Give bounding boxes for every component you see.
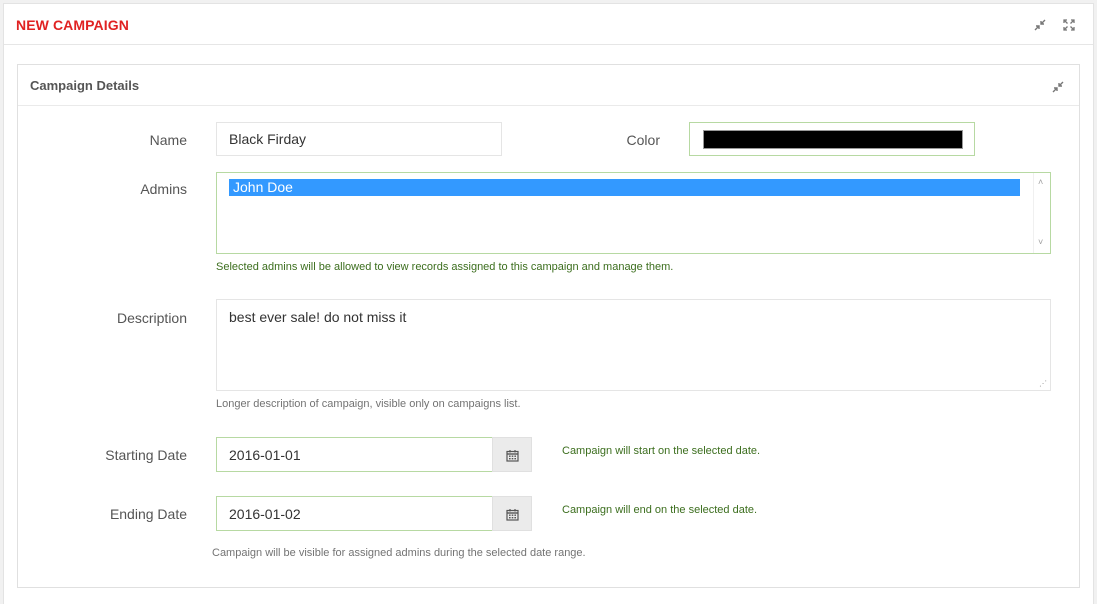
description-text: best ever sale! do not miss it: [229, 309, 407, 325]
description-help: Longer description of campaign, visible …: [216, 398, 521, 410]
end-date-help: Campaign will end on the selected date.: [562, 504, 758, 516]
end-date-label: Ending Date: [109, 506, 187, 522]
collapse-icon[interactable]: [1034, 19, 1048, 33]
color-swatch: [703, 130, 963, 149]
section-header: Campaign Details: [18, 65, 1079, 106]
color-label: Color: [626, 132, 660, 148]
admins-multiselect[interactable]: John Doe ˄ ˅: [216, 172, 1051, 254]
section-collapse-icon[interactable]: [1052, 81, 1066, 95]
start-date-label: Starting Date: [105, 447, 187, 463]
resize-grip-icon[interactable]: ⋰: [1039, 379, 1047, 388]
end-date-button[interactable]: [492, 496, 532, 531]
start-date-help: Campaign will start on the selected date…: [562, 445, 761, 457]
scroll-down-icon[interactable]: ˅: [1038, 237, 1043, 247]
end-date-input[interactable]: 2016-01-02: [216, 496, 493, 531]
description-label: Description: [116, 310, 187, 326]
date-range-help: Campaign will be visible for assigned ad…: [212, 547, 586, 559]
name-input[interactable]: [216, 122, 502, 156]
panel-header: NEW CAMPAIGN: [4, 4, 1093, 45]
color-picker[interactable]: [689, 122, 975, 156]
start-date-button[interactable]: [492, 437, 532, 472]
scroll-up-icon[interactable]: ˄: [1038, 177, 1043, 187]
name-label: Name: [149, 132, 187, 148]
start-date-input[interactable]: 2016-01-01: [216, 437, 493, 472]
admins-help: Selected admins will be allowed to view …: [216, 261, 674, 273]
section-title: Campaign Details: [30, 78, 140, 93]
admins-option[interactable]: John Doe: [229, 179, 1020, 196]
panel-title: NEW CAMPAIGN: [16, 17, 129, 33]
calendar-icon: [506, 509, 519, 521]
fullscreen-icon[interactable]: [1063, 19, 1077, 33]
calendar-icon: [506, 450, 519, 462]
admins-label: Admins: [140, 181, 187, 197]
description-textarea[interactable]: best ever sale! do not miss it ⋰: [216, 299, 1051, 391]
admins-scrollbar[interactable]: ˄ ˅: [1033, 173, 1050, 253]
